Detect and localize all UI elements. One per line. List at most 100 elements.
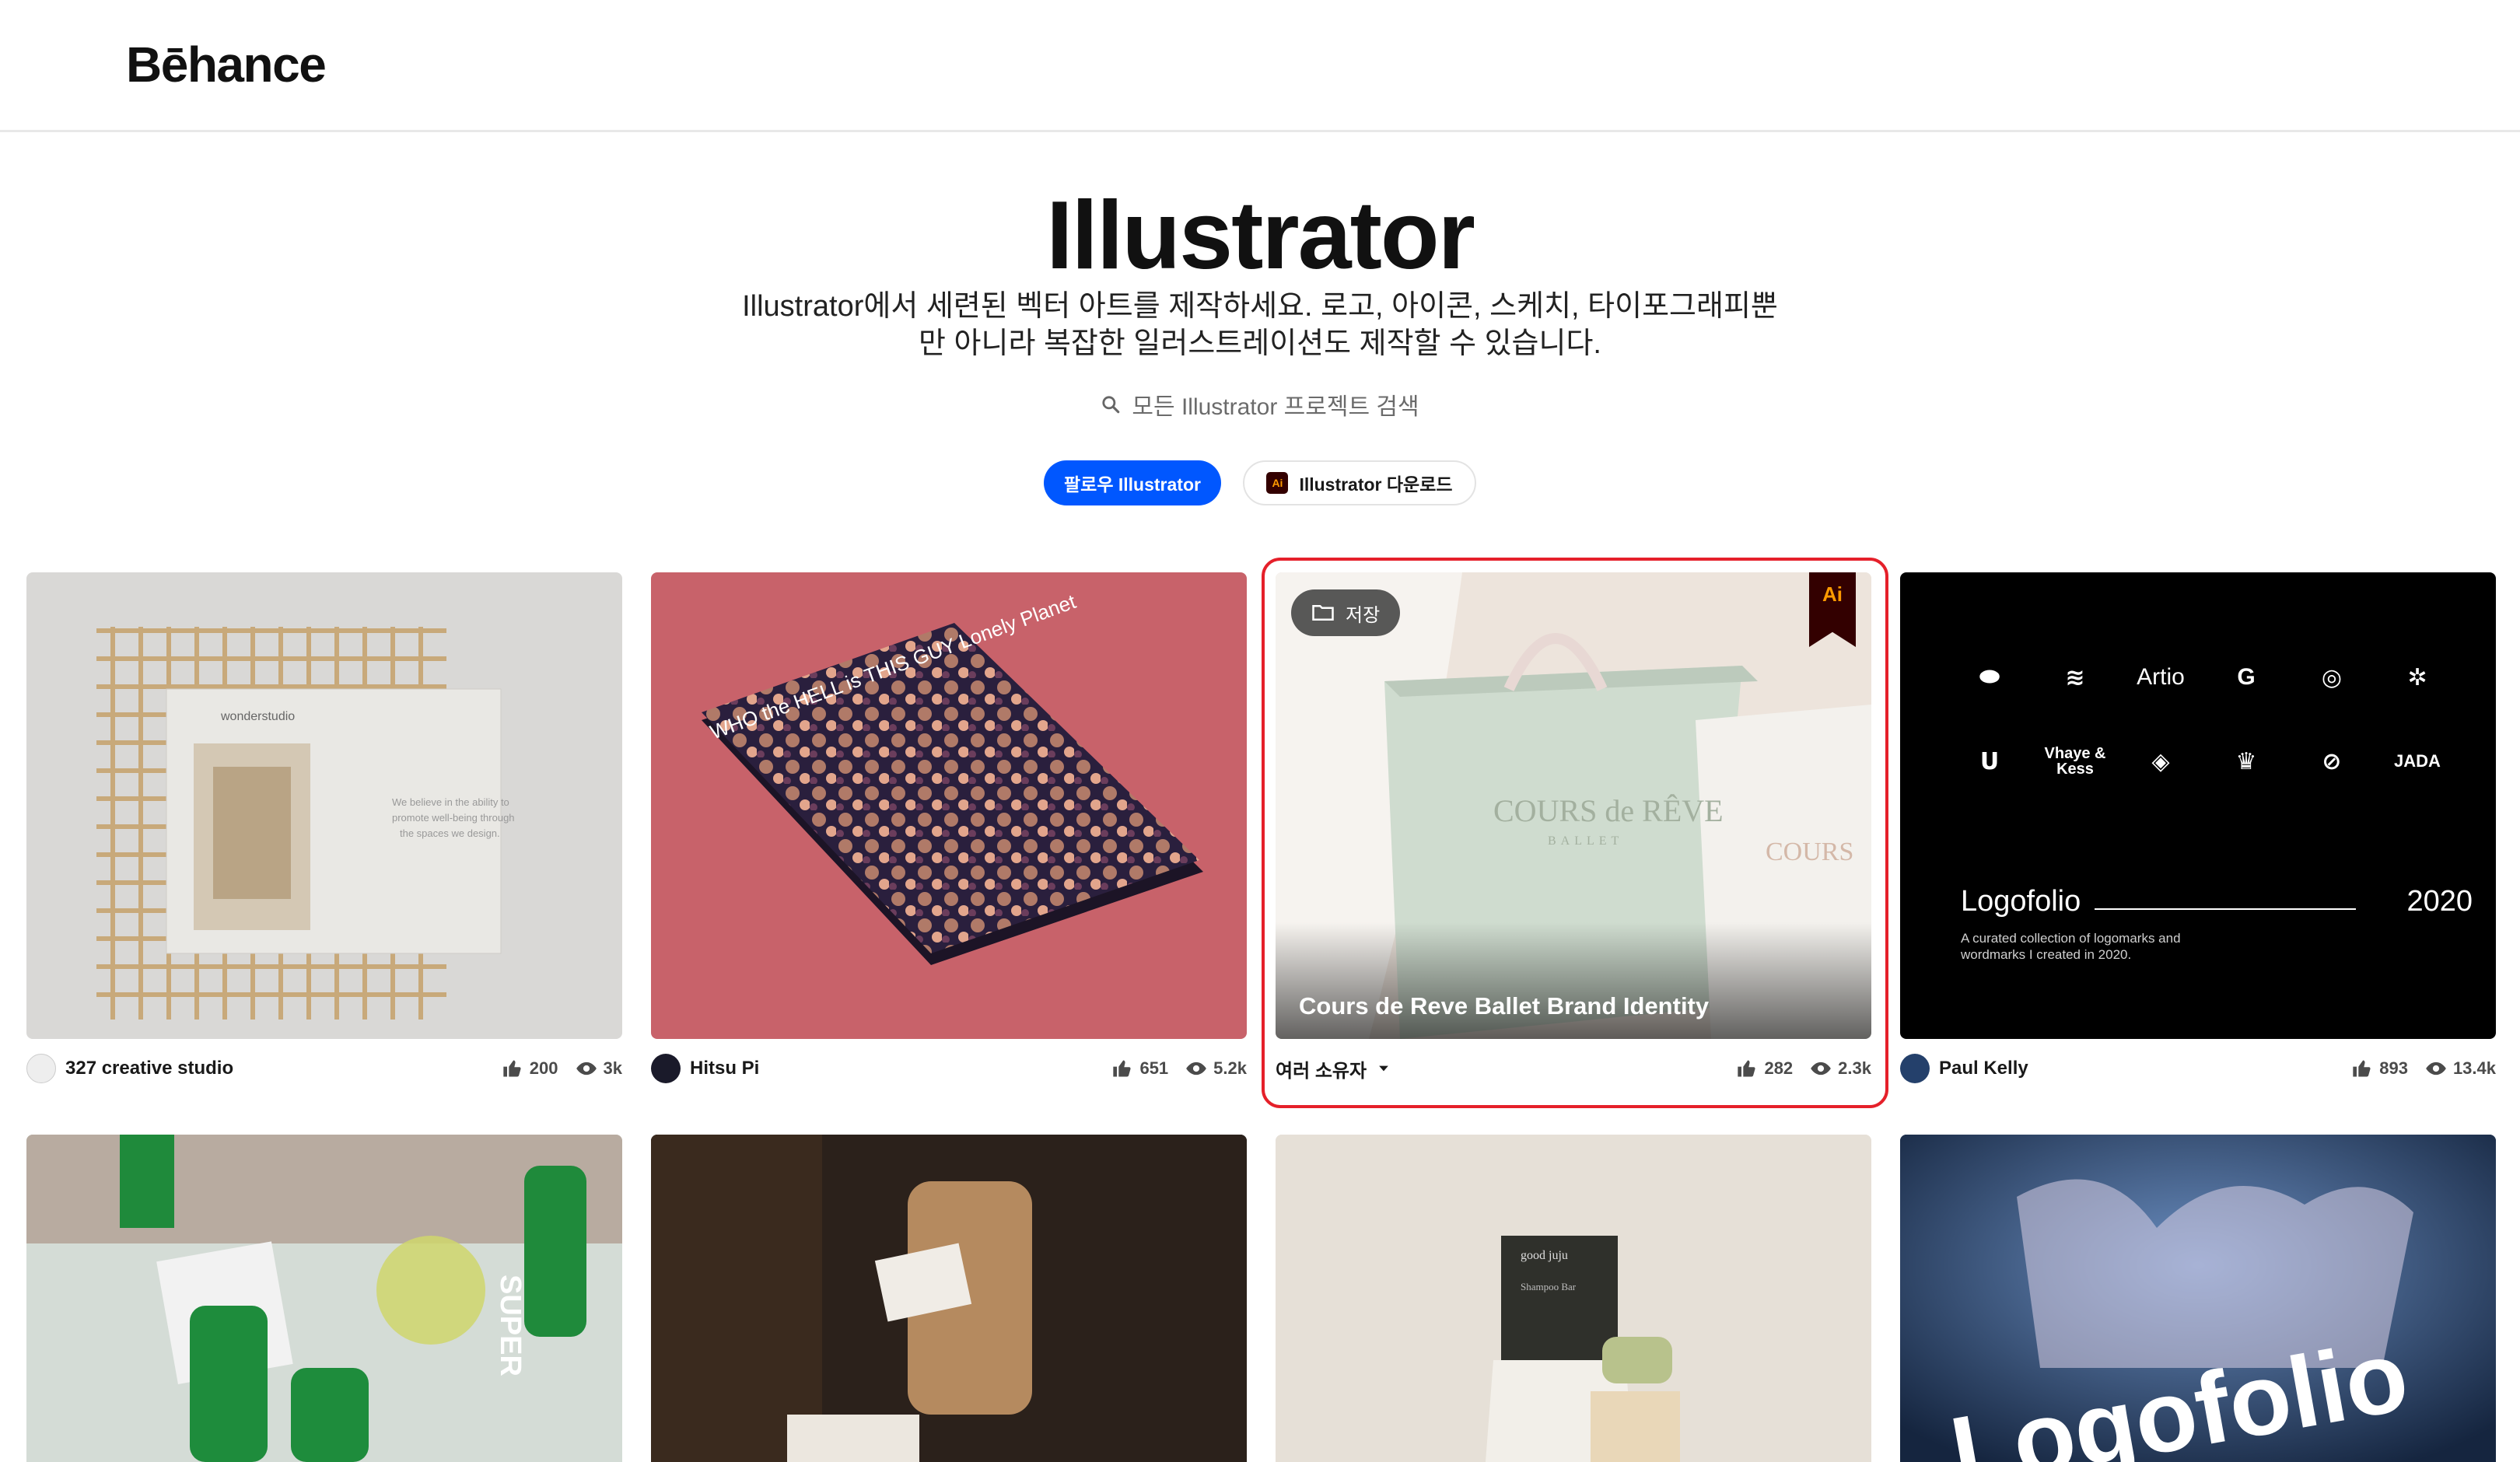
project-card[interactable]: wonderstudio We believe in the ability t… (26, 572, 622, 1083)
project-title[interactable]: Cours de Reve Ballet Brand Identity (1299, 992, 1709, 1020)
logofolio-subtitle: A curated collection of logomarks and wo… (1961, 931, 2181, 962)
card-stats: 893 13.4k (2351, 1058, 2496, 1079)
view-count-value: 2.3k (1838, 1058, 1871, 1078)
view-count: 2.3k (1810, 1058, 1871, 1079)
view-count: 13.4k (2425, 1058, 2496, 1079)
search-icon (1102, 396, 1120, 414)
thumbs-up-icon (2353, 1060, 2371, 1077)
logomark: ♛ (2235, 748, 2257, 775)
project-thumbnail[interactable]: wonderstudio We believe in the ability t… (26, 572, 622, 1039)
eye-icon (576, 1062, 597, 1076)
view-count: 3k (576, 1058, 622, 1079)
card-stats: 282 2.3k (1736, 1058, 1871, 1079)
like-count: 893 (2351, 1058, 2408, 1079)
eye-icon (1811, 1062, 1832, 1076)
owner-link[interactable]: 327 creative studio (26, 1054, 233, 1083)
project-card[interactable]: Logofolio (1900, 1135, 2496, 1462)
logomark: ◈ (2151, 748, 2170, 775)
owner-name: 여러 소유자 (1276, 1060, 1367, 1082)
divider-line (2095, 908, 2356, 910)
logomark: JADA (2394, 751, 2441, 771)
project-card[interactable] (651, 1135, 1247, 1462)
description-line-2: 만 아니라 복잡한 일러스트레이션도 제작할 수 있습니다. (919, 327, 1601, 360)
view-count-value: 13.4k (2452, 1058, 2496, 1078)
avatar (26, 1054, 56, 1083)
svg-text:wonderstudio: wonderstudio (220, 710, 295, 723)
like-count-value: 893 (2379, 1058, 2408, 1078)
view-count: 5.2k (1185, 1058, 1247, 1079)
search-label: 모든 Illustrator 프로젝트 검색 (1132, 394, 1419, 420)
bag-brand-text-small: COURS (1766, 838, 1853, 866)
owner-link[interactable]: Hitsu Pi (651, 1054, 759, 1083)
liquid-logofolio-art: Logofolio (1900, 1135, 2496, 1462)
project-thumbnail[interactable] (651, 1135, 1247, 1462)
svg-text:promote well-being through: promote well-being through (392, 812, 515, 824)
project-card[interactable]: SUPER (26, 1135, 622, 1462)
card-meta: Hitsu Pi 651 5.2k (651, 1053, 1247, 1084)
illustrator-app-icon: Ai (1266, 472, 1289, 494)
thumbs-up-icon (503, 1060, 521, 1077)
logomark: G (2237, 664, 2256, 690)
behance-logo[interactable]: Bēhance (126, 36, 327, 93)
owner-link[interactable]: Paul Kelly (1900, 1054, 2028, 1083)
crowd-illustration-book-art: WHO the HELL is THIS GUY Lonely Planet (702, 589, 1203, 965)
bag-brand-text: COURS de RÊVE (1493, 793, 1724, 828)
like-count-value: 651 (1139, 1058, 1169, 1078)
like-count: 651 (1111, 1058, 1168, 1079)
project-card[interactable]: WHO the HELL is THIS GUY Lonely Planet H… (651, 572, 1247, 1083)
page-title: Illustrator (1046, 182, 1475, 289)
drink-cans-photo-art: SUPER (26, 1135, 622, 1462)
shampoo-bar-packaging-art: good juju Shampoo Bar (1276, 1135, 1871, 1462)
page-description: Illustrator에서 세련된 벡터 아트를 제작하세요. 로고, 아이콘,… (638, 288, 1882, 362)
multiple-owners-dropdown[interactable]: 여러 소유자 (1276, 1055, 1391, 1083)
avatar (651, 1054, 681, 1083)
project-title-overlay: Cours de Reve Ballet Brand Identity (1276, 922, 1871, 1039)
wooden-hand-card-art (651, 1135, 1247, 1462)
like-count: 282 (1736, 1058, 1793, 1079)
project-thumbnail[interactable]: SUPER (26, 1135, 622, 1462)
wooden-grid-mockup-art: wonderstudio We believe in the ability t… (96, 627, 515, 1020)
package-product: Shampoo Bar (1521, 1281, 1577, 1292)
like-count-value: 200 (529, 1058, 558, 1078)
logomark: Artio (2137, 664, 2185, 690)
follow-button[interactable]: 팔로우 Illustrator (1044, 460, 1221, 505)
owner-name: Paul Kelly (1939, 1058, 2028, 1079)
logomark: ᑌ (1979, 748, 2000, 775)
project-thumbnail[interactable]: good juju Shampoo Bar (1276, 1135, 1871, 1462)
eye-icon (1186, 1062, 1207, 1076)
logofolio-year: 2020 (2406, 885, 2473, 918)
owner-name: 327 creative studio (65, 1058, 234, 1079)
chevron-down-icon (1379, 1065, 1388, 1072)
search-link[interactable]: 모든 Illustrator 프로젝트 검색 (1073, 384, 1447, 425)
project-thumbnail[interactable]: WHO the HELL is THIS GUY Lonely Planet (651, 572, 1247, 1039)
logomark: ✲ (2407, 664, 2427, 691)
bag-brand-subtext: BALLET (1548, 834, 1623, 848)
logomark: ⊘ (2322, 748, 2342, 775)
project-thumbnail[interactable]: Logofolio (1900, 1135, 2496, 1462)
project-card-hovered[interactable]: COURS de RÊVE BALLET COURS 저장 Ai Cours d… (1276, 572, 1871, 1082)
svg-text:We believe in the ability to: We believe in the ability to (392, 796, 509, 808)
thumbs-up-icon (1113, 1060, 1132, 1077)
save-button[interactable]: 저장 (1291, 589, 1401, 636)
project-thumbnail[interactable]: COURS de RÊVE BALLET COURS 저장 Ai Cours d… (1276, 572, 1871, 1039)
owner-name: Hitsu Pi (690, 1058, 760, 1079)
download-button[interactable]: Ai Illustrator 다운로드 (1243, 460, 1476, 505)
thumbs-up-icon (1738, 1060, 1756, 1077)
view-count-value: 5.2k (1213, 1058, 1247, 1078)
project-card[interactable]: good juju Shampoo Bar (1276, 1135, 1871, 1462)
description-line-1: Illustrator에서 세련된 벡터 아트를 제작하세요. 로고, 아이콘,… (742, 290, 1778, 323)
like-count: 200 (502, 1058, 558, 1079)
card-meta: 여러 소유자 282 2.3k (1276, 1053, 1871, 1084)
project-thumbnail[interactable]: ⬬ ≋ Artio G ◎ ✲ ᑌ Vhaye & Kess ◈ ♛ ⊘ JAD… (1900, 572, 2496, 1039)
svg-text:the spaces we design.: the spaces we design. (400, 827, 500, 839)
card-stats: 200 3k (502, 1058, 622, 1079)
logofolio-title: Logofolio (1961, 885, 2081, 918)
logomark: ≋ (2065, 664, 2085, 691)
package-brand: good juju (1521, 1249, 1568, 1262)
project-card[interactable]: ⬬ ≋ Artio G ◎ ✲ ᑌ Vhaye & Kess ◈ ♛ ⊘ JAD… (1900, 572, 2496, 1083)
eye-icon (2426, 1062, 2446, 1076)
logomark: ◎ (2321, 664, 2343, 691)
card-meta: Paul Kelly 893 13.4k (1900, 1053, 2496, 1084)
card-meta: 327 creative studio 200 3k (26, 1053, 622, 1084)
can-brand-text: SUPER (494, 1275, 527, 1376)
